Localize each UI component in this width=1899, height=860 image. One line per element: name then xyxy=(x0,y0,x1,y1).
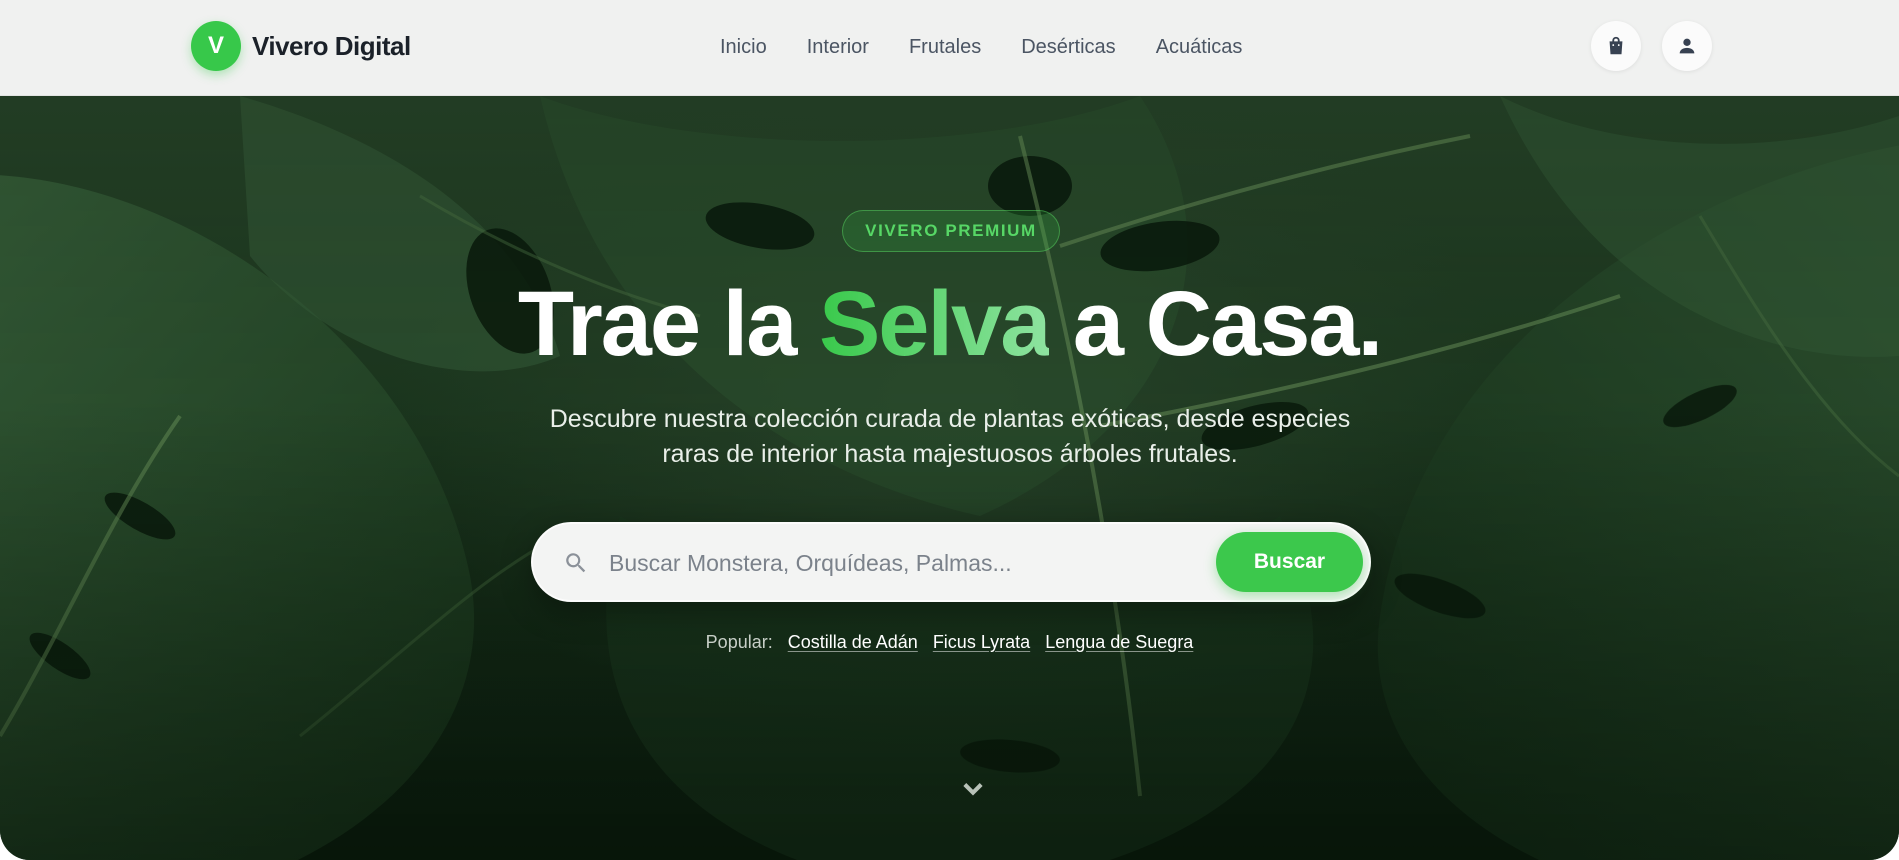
nav-item-inicio[interactable]: Inicio xyxy=(720,36,767,59)
hero-headline: Trae la Selva a Casa. xyxy=(0,273,1899,375)
chevron-down-icon xyxy=(963,783,983,796)
brand-logo[interactable]: V Vivero Digital xyxy=(191,21,411,71)
top-navbar: V Vivero Digital Inicio Interior Frutale… xyxy=(0,0,1899,96)
popular-tag-costilla-de-adan[interactable]: Costilla de Adán xyxy=(788,632,918,653)
nav-item-deserticas[interactable]: Desérticas xyxy=(1021,36,1115,59)
hero-section: VIVERO PREMIUM Trae la Selva a Casa. Des… xyxy=(0,96,1899,860)
search-icon xyxy=(563,550,589,576)
premium-badge: VIVERO PREMIUM xyxy=(842,210,1060,252)
brand-mark: V xyxy=(191,21,241,71)
header-actions xyxy=(1591,21,1712,71)
account-button[interactable] xyxy=(1662,21,1712,71)
brand-name: Vivero Digital xyxy=(252,30,411,61)
popular-searches: Popular: Costilla de Adán Ficus Lyrata L… xyxy=(0,632,1899,653)
headline-part-1: Trae la xyxy=(517,273,819,375)
nav-item-frutales[interactable]: Frutales xyxy=(909,36,981,59)
search-button[interactable]: Buscar xyxy=(1216,532,1363,592)
hero-subtitle: Descubre nuestra colección curada de pla… xyxy=(549,405,1351,468)
nav-item-acuaticas[interactable]: Acuáticas xyxy=(1156,36,1243,59)
popular-label: Popular: xyxy=(705,632,773,652)
cart-button[interactable] xyxy=(1591,21,1641,71)
popular-tag-ficus-lyrata[interactable]: Ficus Lyrata xyxy=(933,632,1030,653)
user-icon xyxy=(1679,38,1695,54)
headline-accent: Selva xyxy=(818,273,1051,375)
main-nav: Inicio Interior Frutales Desérticas Acuá… xyxy=(720,30,1242,64)
shopping-bag-icon xyxy=(1609,36,1623,55)
headline-part-2: a Casa. xyxy=(1049,273,1383,375)
search-bar: Buscar xyxy=(531,522,1371,602)
popular-tag-lengua-de-suegra[interactable]: Lengua de Suegra xyxy=(1045,632,1193,653)
search-input[interactable] xyxy=(609,542,1199,584)
nav-item-interior[interactable]: Interior xyxy=(807,36,869,59)
scroll-down-button[interactable] xyxy=(959,774,987,802)
